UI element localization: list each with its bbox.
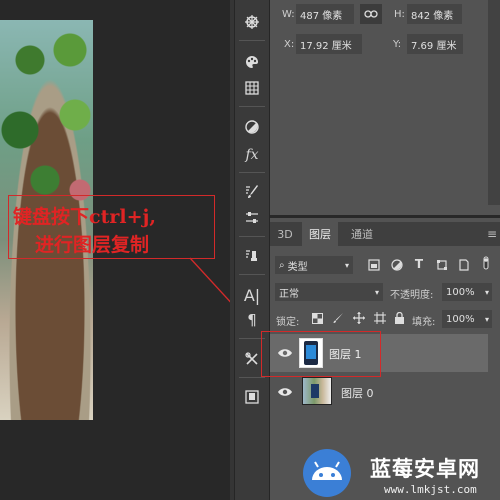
properties-panel: W: 487 像素 H: 842 像素 X: 17.92 厘米 Y: 7.69 …	[270, 0, 500, 215]
annotation-box: 键盘按下ctrl+j, 进行图层复制	[8, 195, 215, 259]
panel-toolbar: fx A| ¶	[234, 0, 270, 500]
selection-highlight	[261, 331, 381, 377]
watermark-title: 蓝莓安卓网	[370, 457, 480, 481]
filter-toggle-icon[interactable]	[481, 256, 491, 270]
annotation-line-1: 键盘按下ctrl+j,	[13, 206, 156, 228]
filter-type-select[interactable]: ⌕ 类型 ▾	[275, 256, 353, 274]
lock-all-icon[interactable]	[392, 311, 406, 325]
sliders-icon[interactable]	[235, 204, 269, 232]
filter-type-label: 类型	[287, 261, 308, 273]
height-label: H:	[394, 9, 405, 20]
grid-icon[interactable]	[235, 74, 269, 102]
chevron-down-icon: ▾	[344, 260, 349, 270]
properties-scrollbar[interactable]	[488, 0, 500, 205]
clone-source-icon[interactable]	[235, 242, 269, 270]
x-label: X:	[284, 39, 295, 50]
y-label: Y:	[393, 39, 402, 50]
visibility-eye-icon[interactable]	[277, 387, 293, 397]
layer-thumbnail	[302, 377, 332, 405]
lock-artboard-icon[interactable]	[373, 311, 387, 325]
fill-value: 100%	[446, 313, 475, 325]
link-icon[interactable]	[360, 4, 382, 24]
width-label: W:	[282, 9, 295, 20]
chevron-down-icon: ▾	[484, 287, 489, 297]
chevron-down-icon: ▾	[484, 314, 489, 324]
export-icon[interactable]	[235, 383, 269, 411]
tab-3d[interactable]: 3D	[270, 222, 300, 246]
width-field[interactable]: 487 像素	[296, 4, 354, 24]
blend-mode-value: 正常	[279, 288, 299, 300]
smart-object-filter-icon[interactable]	[457, 258, 471, 272]
layer-name: 图层 0	[341, 387, 374, 400]
height-field[interactable]: 842 像素	[407, 4, 462, 24]
type-filter-icon[interactable]: T	[412, 257, 426, 271]
lock-image-brush-icon[interactable]	[331, 311, 345, 325]
character-icon[interactable]: A|	[235, 281, 269, 309]
settings-wheel-icon[interactable]	[235, 8, 269, 36]
pixel-filter-icon[interactable]	[367, 258, 381, 272]
paragraph-icon[interactable]: ¶	[235, 306, 269, 334]
lock-label: 锁定:	[276, 317, 300, 328]
fill-field[interactable]: 100% ▾	[442, 310, 492, 328]
layer-row-0[interactable]: 图层 0	[270, 373, 488, 411]
annotation-line-2: 进行图层复制	[35, 234, 150, 256]
adjustment-filter-icon[interactable]	[390, 258, 404, 272]
lock-position-icon[interactable]	[352, 311, 366, 325]
opacity-value: 100%	[446, 286, 475, 298]
lock-transparent-icon[interactable]	[310, 311, 324, 325]
y-field[interactable]: 7.69 厘米	[407, 34, 463, 54]
shape-filter-icon[interactable]	[435, 258, 449, 272]
x-field[interactable]: 17.92 厘米	[296, 34, 362, 54]
opacity-label: 不透明度:	[390, 290, 434, 301]
adjustment-circle-icon[interactable]	[235, 113, 269, 141]
tab-channels[interactable]: 通道	[342, 222, 382, 246]
palette-icon[interactable]	[235, 48, 269, 76]
panel-menu-icon[interactable]: ≡	[484, 222, 500, 246]
opacity-field[interactable]: 100% ▾	[442, 283, 492, 301]
search-icon: ⌕	[279, 259, 285, 271]
panel-tabs: 3D 图层 通道 ≡	[270, 222, 500, 246]
brush-settings-icon[interactable]	[235, 178, 269, 206]
tab-layers[interactable]: 图层	[302, 222, 338, 246]
fill-label: 填充:	[412, 317, 436, 328]
watermark-url: www.lmkjst.com	[384, 483, 477, 496]
chevron-down-icon: ▾	[374, 287, 379, 297]
watermark-logo	[303, 449, 351, 497]
blend-mode-select[interactable]: 正常 ▾	[275, 283, 383, 301]
fx-icon[interactable]: fx	[235, 141, 269, 169]
